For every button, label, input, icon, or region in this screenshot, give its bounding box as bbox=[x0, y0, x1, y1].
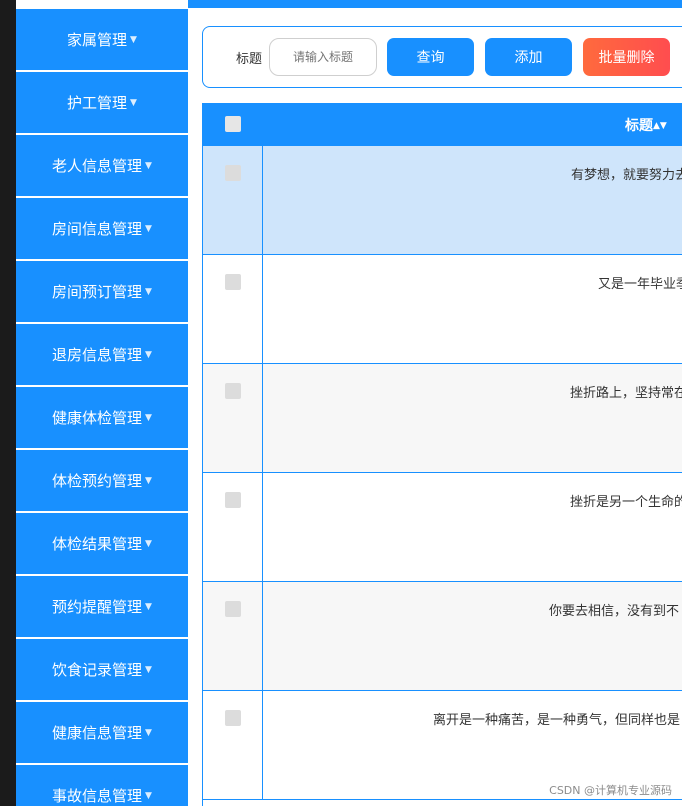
sidebar-item-caregiver[interactable]: 护工管理 ▼ bbox=[16, 72, 188, 133]
sidebar-item-label: 家属管理 bbox=[67, 31, 128, 49]
row-checkbox[interactable] bbox=[225, 383, 241, 399]
row-check-cell bbox=[203, 582, 263, 690]
column-header-label: 标题 bbox=[625, 118, 653, 134]
table-row[interactable]: 挫折是另一个生命的 bbox=[203, 473, 682, 582]
column-header-title[interactable]: 标题▲▼ bbox=[625, 115, 667, 135]
row-checkbox[interactable] bbox=[225, 274, 241, 290]
row-check-cell bbox=[203, 473, 263, 581]
row-title-cell: 又是一年毕业季 bbox=[264, 255, 682, 363]
caret-down-icon: ▼ bbox=[145, 286, 152, 297]
caret-down-icon: ▼ bbox=[145, 790, 152, 801]
table-row[interactable]: 你要去相信，没有到不 bbox=[203, 582, 682, 691]
caret-down-icon: ▼ bbox=[145, 664, 152, 675]
sidebar-item-family[interactable]: 家属管理 ▼ bbox=[16, 9, 188, 70]
row-checkbox[interactable] bbox=[225, 492, 241, 508]
caret-down-icon: ▼ bbox=[145, 601, 152, 612]
caret-down-icon: ▼ bbox=[145, 223, 152, 234]
data-table: 标题▲▼ 有梦想，就要努力去 又是一年毕业季 挫折路上，坚持常在 挫折是另一个生… bbox=[202, 103, 682, 806]
watermark: CSDN @计算机专业源码 bbox=[549, 784, 672, 797]
caret-down-icon: ▼ bbox=[145, 475, 152, 486]
caret-down-icon: ▼ bbox=[145, 538, 152, 549]
table-header: 标题▲▼ bbox=[203, 103, 682, 146]
top-bar bbox=[188, 0, 682, 8]
sidebar-item-elder-info[interactable]: 老人信息管理 ▼ bbox=[16, 135, 188, 196]
sidebar-item-diet[interactable]: 饮食记录管理 ▼ bbox=[16, 639, 188, 700]
search-label: 标题 bbox=[236, 52, 263, 67]
sidebar-item-label: 健康信息管理 bbox=[52, 724, 143, 742]
sidebar-item-label: 房间信息管理 bbox=[52, 220, 143, 238]
sidebar-item-label: 体检预约管理 bbox=[52, 472, 143, 490]
row-check-cell bbox=[203, 255, 263, 363]
title-search-input[interactable] bbox=[269, 38, 377, 76]
sidebar-item-label: 事故信息管理 bbox=[52, 787, 143, 805]
row-title: 又是一年毕业季 bbox=[598, 277, 682, 292]
add-button[interactable]: 添加 bbox=[485, 38, 572, 76]
caret-down-icon: ▼ bbox=[130, 97, 137, 108]
sidebar-item-label: 退房信息管理 bbox=[52, 346, 143, 364]
sidebar-item-room-booking[interactable]: 房间预订管理 ▼ bbox=[16, 261, 188, 322]
batch-delete-button[interactable]: 批量删除 bbox=[583, 38, 670, 76]
sidebar: 家属管理 ▼ 护工管理 ▼ 老人信息管理 ▼ 房间信息管理 ▼ 房间预订管理 ▼ 退房信息… bbox=[16, 0, 188, 806]
sidebar-item-exam-booking[interactable]: 体检预约管理 ▼ bbox=[16, 450, 188, 511]
main-content: 标题 查询 添加 批量删除 标题▲▼ 有梦想，就要努力去 又是一年毕业季 bbox=[188, 8, 682, 806]
sidebar-item-checkout[interactable]: 退房信息管理 ▼ bbox=[16, 324, 188, 385]
caret-down-icon: ▼ bbox=[145, 727, 152, 738]
caret-down-icon: ▼ bbox=[145, 160, 152, 171]
table-row[interactable]: 又是一年毕业季 bbox=[203, 255, 682, 364]
sidebar-item-room-info[interactable]: 房间信息管理 ▼ bbox=[16, 198, 188, 259]
row-check-cell bbox=[203, 691, 263, 799]
row-title-cell: 挫折路上，坚持常在 bbox=[264, 364, 682, 472]
sidebar-item-reminder[interactable]: 预约提醒管理 ▼ bbox=[16, 576, 188, 637]
sort-icon: ▲▼ bbox=[653, 121, 667, 131]
row-title: 离开是一种痛苦，是一种勇气，但同样也是 bbox=[433, 713, 681, 728]
sidebar-item-label: 饮食记录管理 bbox=[52, 661, 143, 679]
sidebar-item-health-exam[interactable]: 健康体检管理 ▼ bbox=[16, 387, 188, 448]
caret-down-icon: ▼ bbox=[130, 34, 137, 45]
page: 家属管理 ▼ 护工管理 ▼ 老人信息管理 ▼ 房间信息管理 ▼ 房间预订管理 ▼ 退房信息… bbox=[0, 0, 682, 806]
row-title: 挫折路上，坚持常在 bbox=[570, 386, 682, 401]
row-check-cell bbox=[203, 146, 263, 254]
caret-down-icon: ▼ bbox=[145, 349, 152, 360]
table-row[interactable]: 挫折路上，坚持常在 bbox=[203, 364, 682, 473]
search-panel: 标题 查询 添加 批量删除 bbox=[202, 26, 682, 88]
sidebar-item-label: 健康体检管理 bbox=[52, 409, 143, 427]
row-title: 你要去相信，没有到不 bbox=[549, 604, 680, 619]
row-title: 有梦想，就要努力去 bbox=[571, 168, 682, 183]
sidebar-item-label: 体检结果管理 bbox=[52, 535, 143, 553]
query-button[interactable]: 查询 bbox=[387, 38, 474, 76]
row-check-cell bbox=[203, 364, 263, 472]
row-checkbox[interactable] bbox=[225, 165, 241, 181]
row-title-cell: 挫折是另一个生命的 bbox=[264, 473, 682, 581]
sidebar-item-label: 房间预订管理 bbox=[52, 283, 143, 301]
sidebar-item-accident[interactable]: 事故信息管理 ▼ bbox=[16, 765, 188, 806]
sidebar-item-exam-result[interactable]: 体检结果管理 ▼ bbox=[16, 513, 188, 574]
row-checkbox[interactable] bbox=[225, 710, 241, 726]
row-title-cell: 有梦想，就要努力去 bbox=[264, 146, 682, 254]
row-checkbox[interactable] bbox=[225, 601, 241, 617]
row-title: 挫折是另一个生命的 bbox=[570, 495, 682, 510]
sidebar-item-health-info[interactable]: 健康信息管理 ▼ bbox=[16, 702, 188, 763]
caret-down-icon: ▼ bbox=[145, 412, 152, 423]
sidebar-item-label: 预约提醒管理 bbox=[52, 598, 143, 616]
select-all-checkbox[interactable] bbox=[225, 116, 241, 132]
window-edge bbox=[0, 0, 16, 806]
sidebar-item-label: 护工管理 bbox=[67, 94, 128, 112]
sidebar-item-label: 老人信息管理 bbox=[52, 157, 143, 175]
table-row[interactable]: 有梦想，就要努力去 bbox=[203, 146, 682, 255]
row-title-cell: 你要去相信，没有到不 bbox=[264, 582, 682, 690]
